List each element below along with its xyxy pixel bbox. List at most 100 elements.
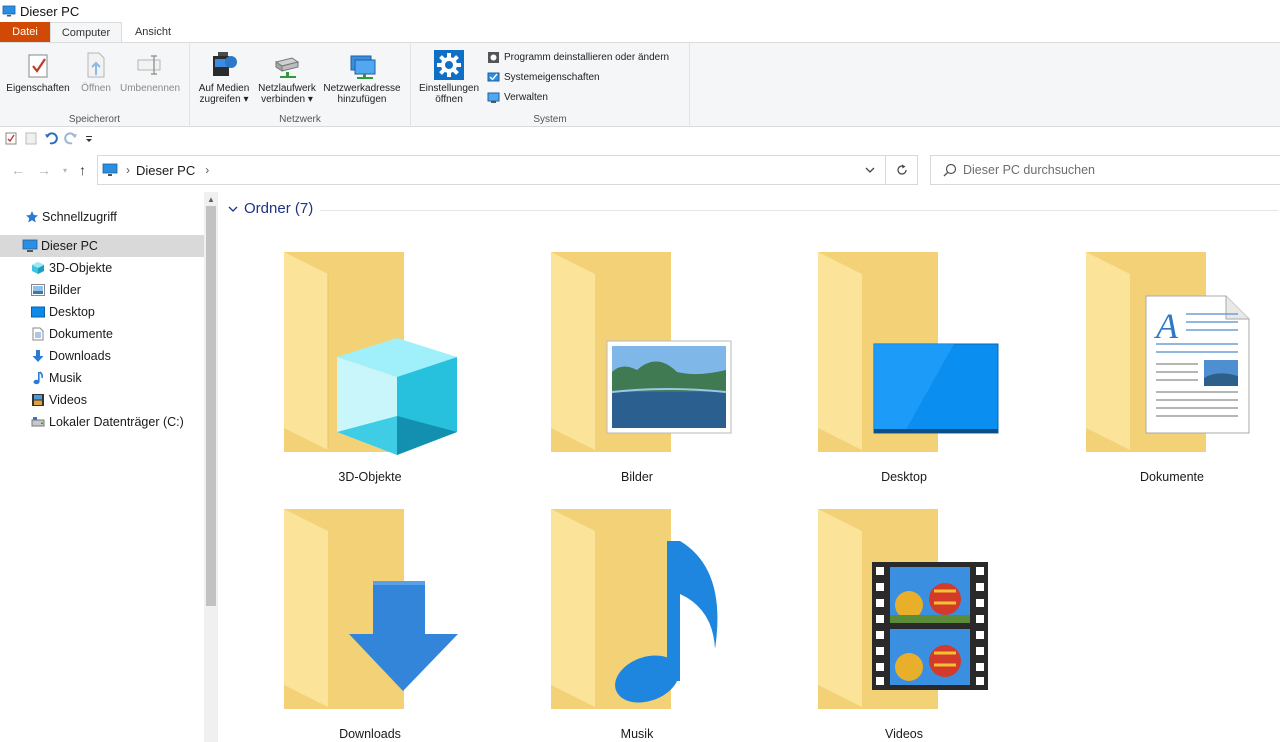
sidebar-item-schnellzugriff[interactable]: Schnellzugriff: [0, 206, 204, 228]
group-system: Einstellungen öffnen Programm deinstalli…: [411, 43, 690, 127]
search-input[interactable]: [963, 163, 1263, 177]
oeffnen-button[interactable]: Öffnen: [76, 47, 116, 94]
sidebar-item-lokaler-datentraeger[interactable]: Lokaler Datenträger (C:): [0, 411, 204, 433]
sidebar-item-label: Videos: [49, 393, 87, 407]
system-label: System: [533, 114, 567, 125]
chevron-down-icon: [228, 206, 238, 212]
sidebar-item-dieser-pc[interactable]: Dieser PC: [0, 235, 204, 257]
drive-icon: [30, 414, 46, 430]
einstellungen-oeffnen-button[interactable]: Einstellungen öffnen: [415, 47, 483, 105]
netzwerk-label: Netzwerk: [279, 114, 321, 125]
section-header-ordner[interactable]: Ordner (7): [228, 200, 313, 217]
address-bar[interactable]: › Dieser PC ›: [97, 155, 886, 185]
section-title: Ordner (7): [244, 200, 314, 217]
folder-label: Bilder: [621, 470, 653, 484]
sidebar-item-label: Downloads: [49, 349, 111, 363]
network-location-icon: [350, 55, 376, 79]
music-folder-icon: [551, 509, 718, 709]
speicherort-label: Speicherort: [68, 114, 121, 125]
netzwerkadresse-label-2: hinzufügen: [337, 94, 387, 105]
sidebar-item-dokumente[interactable]: Dokumente: [0, 323, 204, 345]
properties-icon: [28, 54, 48, 78]
documents-icon: [30, 326, 46, 342]
breadcrumb-chevron-icon[interactable]: ›: [205, 163, 209, 177]
programm-label: Programm deinstallieren oder ändern: [504, 52, 670, 63]
documents-folder-icon: A: [1086, 252, 1250, 452]
folder-desktop[interactable]: Desktop: [794, 252, 1014, 492]
up-arrow-icon[interactable]: ↑: [79, 162, 86, 178]
scroll-up-arrow-icon[interactable]: ▲: [204, 192, 218, 206]
auf-medien-zugreifen-button[interactable]: Auf Medien zugreifen ▾: [194, 47, 254, 105]
folder-3d-objekte[interactable]: 3D-Objekte: [260, 252, 480, 492]
refresh-button[interactable]: [886, 155, 918, 185]
download-icon: [30, 348, 46, 364]
desktop-icon: [30, 304, 46, 320]
auf-medien-label-1: Auf Medien: [198, 83, 250, 94]
tab-datei[interactable]: Datei: [0, 22, 50, 42]
navigation-pane: Schnellzugriff Dieser PC 3D-Objekte Bild…: [0, 192, 204, 742]
music-icon: [30, 370, 46, 386]
folder-label: Downloads: [339, 727, 401, 741]
undo-icon[interactable]: [44, 131, 58, 145]
back-arrow-icon[interactable]: ←: [11, 162, 25, 178]
properties-small-icon[interactable]: [4, 131, 18, 145]
netzlaufwerk-label-1: Netzlaufwerk: [258, 83, 316, 94]
sidebar-item-label: Dokumente: [49, 327, 113, 341]
folder-dokumente[interactable]: A Dokumente: [1062, 252, 1280, 492]
netzwerkadresse-hinzufuegen-button[interactable]: Netzwerkadresse hinzufügen: [320, 47, 404, 105]
navigation-row: ← → ▾ ↑ › Dieser PC ›: [0, 154, 1280, 186]
system-properties-icon: [487, 72, 500, 82]
navigation-pane-scrollbar[interactable]: ▲: [204, 192, 218, 742]
address-dropdown-chevron-icon[interactable]: [865, 166, 875, 174]
desktop-folder-icon: [818, 252, 999, 452]
sidebar-item-bilder[interactable]: Bilder: [0, 279, 204, 301]
pc-icon: [22, 238, 38, 254]
folder-videos[interactable]: Videos: [794, 509, 1014, 742]
media-icon: [213, 52, 237, 76]
auf-medien-label-2: zugreifen ▾: [199, 94, 249, 105]
folder-bilder[interactable]: Bilder: [527, 252, 747, 492]
network-drive-icon: [274, 57, 300, 78]
folder-musik[interactable]: Musik: [527, 509, 747, 742]
scrollbar-thumb[interactable]: [206, 206, 216, 606]
netzlaufwerk-label-2: verbinden ▾: [261, 94, 313, 105]
oeffnen-label: Öffnen: [81, 83, 111, 94]
forward-arrow-icon[interactable]: →: [37, 162, 51, 178]
search-box[interactable]: [930, 155, 1280, 185]
new-folder-small-icon[interactable]: [24, 131, 38, 145]
eigenschaften-label: Eigenschaften: [6, 83, 70, 94]
redo-icon[interactable]: [64, 131, 78, 145]
systemeigenschaften-button[interactable]: Systemeigenschaften: [487, 71, 600, 84]
verwalten-label: Verwalten: [504, 92, 548, 103]
sidebar-item-label: Dieser PC: [41, 239, 98, 253]
quick-access-toolbar: [0, 127, 1280, 149]
sidebar-item-downloads[interactable]: Downloads: [0, 345, 204, 367]
sidebar-item-3d-objekte[interactable]: 3D-Objekte: [0, 257, 204, 279]
sidebar-item-musik[interactable]: Musik: [0, 367, 204, 389]
sidebar-item-desktop[interactable]: Desktop: [0, 301, 204, 323]
systemeigenschaften-label: Systemeigenschaften: [504, 72, 600, 83]
umbenennen-label: Umbenennen: [119, 83, 181, 94]
group-netzwerk: Auf Medien zugreifen ▾ Netzlaufwerk verb…: [190, 43, 411, 127]
sidebar-item-label: Bilder: [49, 283, 81, 297]
sidebar-item-videos[interactable]: Videos: [0, 389, 204, 411]
breadcrumb-dieser-pc[interactable]: Dieser PC: [136, 163, 195, 178]
sidebar-item-label: Desktop: [49, 305, 95, 319]
netzlaufwerk-verbinden-button[interactable]: Netzlaufwerk verbinden ▾: [254, 47, 320, 105]
folder-label: Desktop: [881, 470, 927, 484]
eigenschaften-button[interactable]: Eigenschaften: [6, 47, 70, 94]
programm-deinstallieren-button[interactable]: Programm deinstallieren oder ändern: [487, 51, 669, 64]
customize-toolbar-chevron-icon[interactable]: [84, 131, 94, 145]
title-bar: Dieser PC: [0, 0, 1280, 22]
folder-downloads[interactable]: Downloads: [260, 509, 480, 742]
open-icon: [87, 52, 105, 78]
section-divider: [320, 210, 1278, 211]
breadcrumb-chevron-icon[interactable]: ›: [126, 163, 130, 177]
umbenennen-button[interactable]: Umbenennen: [116, 47, 184, 94]
search-icon: [943, 163, 957, 177]
verwalten-button[interactable]: Verwalten: [487, 91, 548, 104]
recent-locations-chevron-icon[interactable]: ▾: [63, 166, 67, 175]
tab-computer[interactable]: Computer: [50, 22, 122, 42]
tab-ansicht[interactable]: Ansicht: [122, 22, 184, 42]
cube-icon: [30, 260, 46, 276]
